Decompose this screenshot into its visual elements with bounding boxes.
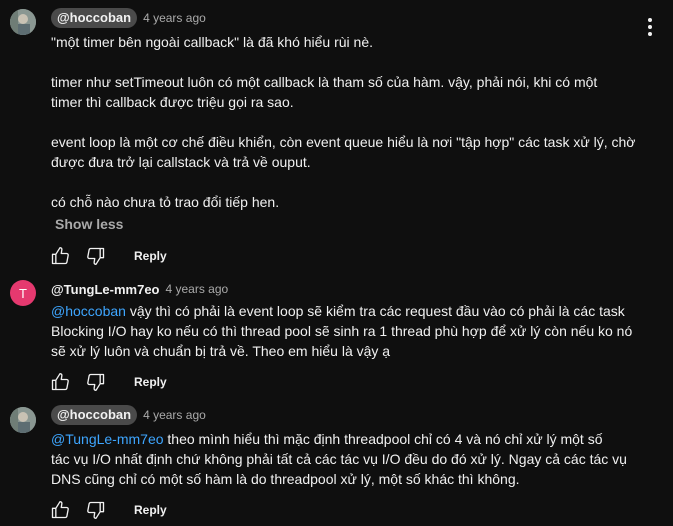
author-name[interactable]: @TungLe-mm7eo <box>51 282 160 297</box>
timestamp[interactable]: 4 years ago <box>143 11 206 25</box>
comment-actions: Reply <box>47 370 167 394</box>
avatar[interactable] <box>10 9 36 35</box>
author-name[interactable]: @hoccoban <box>51 8 138 28</box>
comment-body: "một timer bên ngoài callback" là đã khó… <box>51 32 651 212</box>
comment-3: @hoccoban 4 years ago @TungLe-mm7eo theo… <box>0 400 673 526</box>
avatar[interactable]: T <box>10 280 36 306</box>
comment-actions: Reply <box>47 244 167 268</box>
dislike-icon[interactable] <box>83 370 109 394</box>
comment-line: timer thì callback được triệu gọi ra sao… <box>51 94 294 110</box>
timestamp[interactable]: 4 years ago <box>143 408 206 422</box>
mention-link[interactable]: @TungLe-mm7eo <box>51 431 164 447</box>
comment-body: @hoccoban vậy thì có phải là event loop … <box>51 301 651 361</box>
reply-button[interactable]: Reply <box>134 503 167 517</box>
comment-line: vậy thì có phải là event loop sẽ kiểm tr… <box>125 303 625 319</box>
comment-line: có chỗ nào chưa tỏ trao đổi tiếp hen. <box>51 194 280 210</box>
mention-link[interactable]: @hoccoban <box>51 303 126 319</box>
comment-line: DNS cũng chỉ có một số hàm là do threadp… <box>51 471 520 487</box>
comment-body: @TungLe-mm7eo theo mình hiểu thì mặc địn… <box>51 429 651 489</box>
comment-actions: Reply <box>47 498 167 522</box>
like-icon[interactable] <box>47 244 73 268</box>
comment-line: Blocking I/O hay ko nếu có thì thread po… <box>51 323 633 339</box>
comment-line: theo mình hiểu thì mặc định threadpool c… <box>163 431 603 447</box>
comment-line: được đưa trở lại callstack và trả về oup… <box>51 154 311 170</box>
comment-line: event loop là một cơ chế điều khiển, còn… <box>51 134 636 150</box>
timestamp[interactable]: 4 years ago <box>166 282 229 296</box>
avatar[interactable] <box>10 407 36 433</box>
comment-line: sẽ xử lý luôn và chuẩn bị trả về. Theo e… <box>51 343 391 359</box>
avatar-letter: T <box>19 285 27 301</box>
dislike-icon[interactable] <box>83 244 109 268</box>
comment-2: T @TungLe-mm7eo 4 years ago @hoccoban vậ… <box>0 270 673 400</box>
comment-line: "một timer bên ngoài callback" là đã khó… <box>51 34 374 50</box>
comment-line: timer như setTimeout luôn có một callbac… <box>51 74 598 90</box>
comment-line: tác vụ I/O nhất định chứ không phải tất … <box>51 451 627 467</box>
show-less-button[interactable]: Show less <box>55 216 123 232</box>
dislike-icon[interactable] <box>83 498 109 522</box>
reply-button[interactable]: Reply <box>134 249 167 263</box>
like-icon[interactable] <box>47 498 73 522</box>
author-name[interactable]: @hoccoban <box>51 405 138 425</box>
like-icon[interactable] <box>47 370 73 394</box>
reply-button[interactable]: Reply <box>134 375 167 389</box>
comment-1: @hoccoban 4 years ago "một timer bên ngo… <box>0 0 673 270</box>
